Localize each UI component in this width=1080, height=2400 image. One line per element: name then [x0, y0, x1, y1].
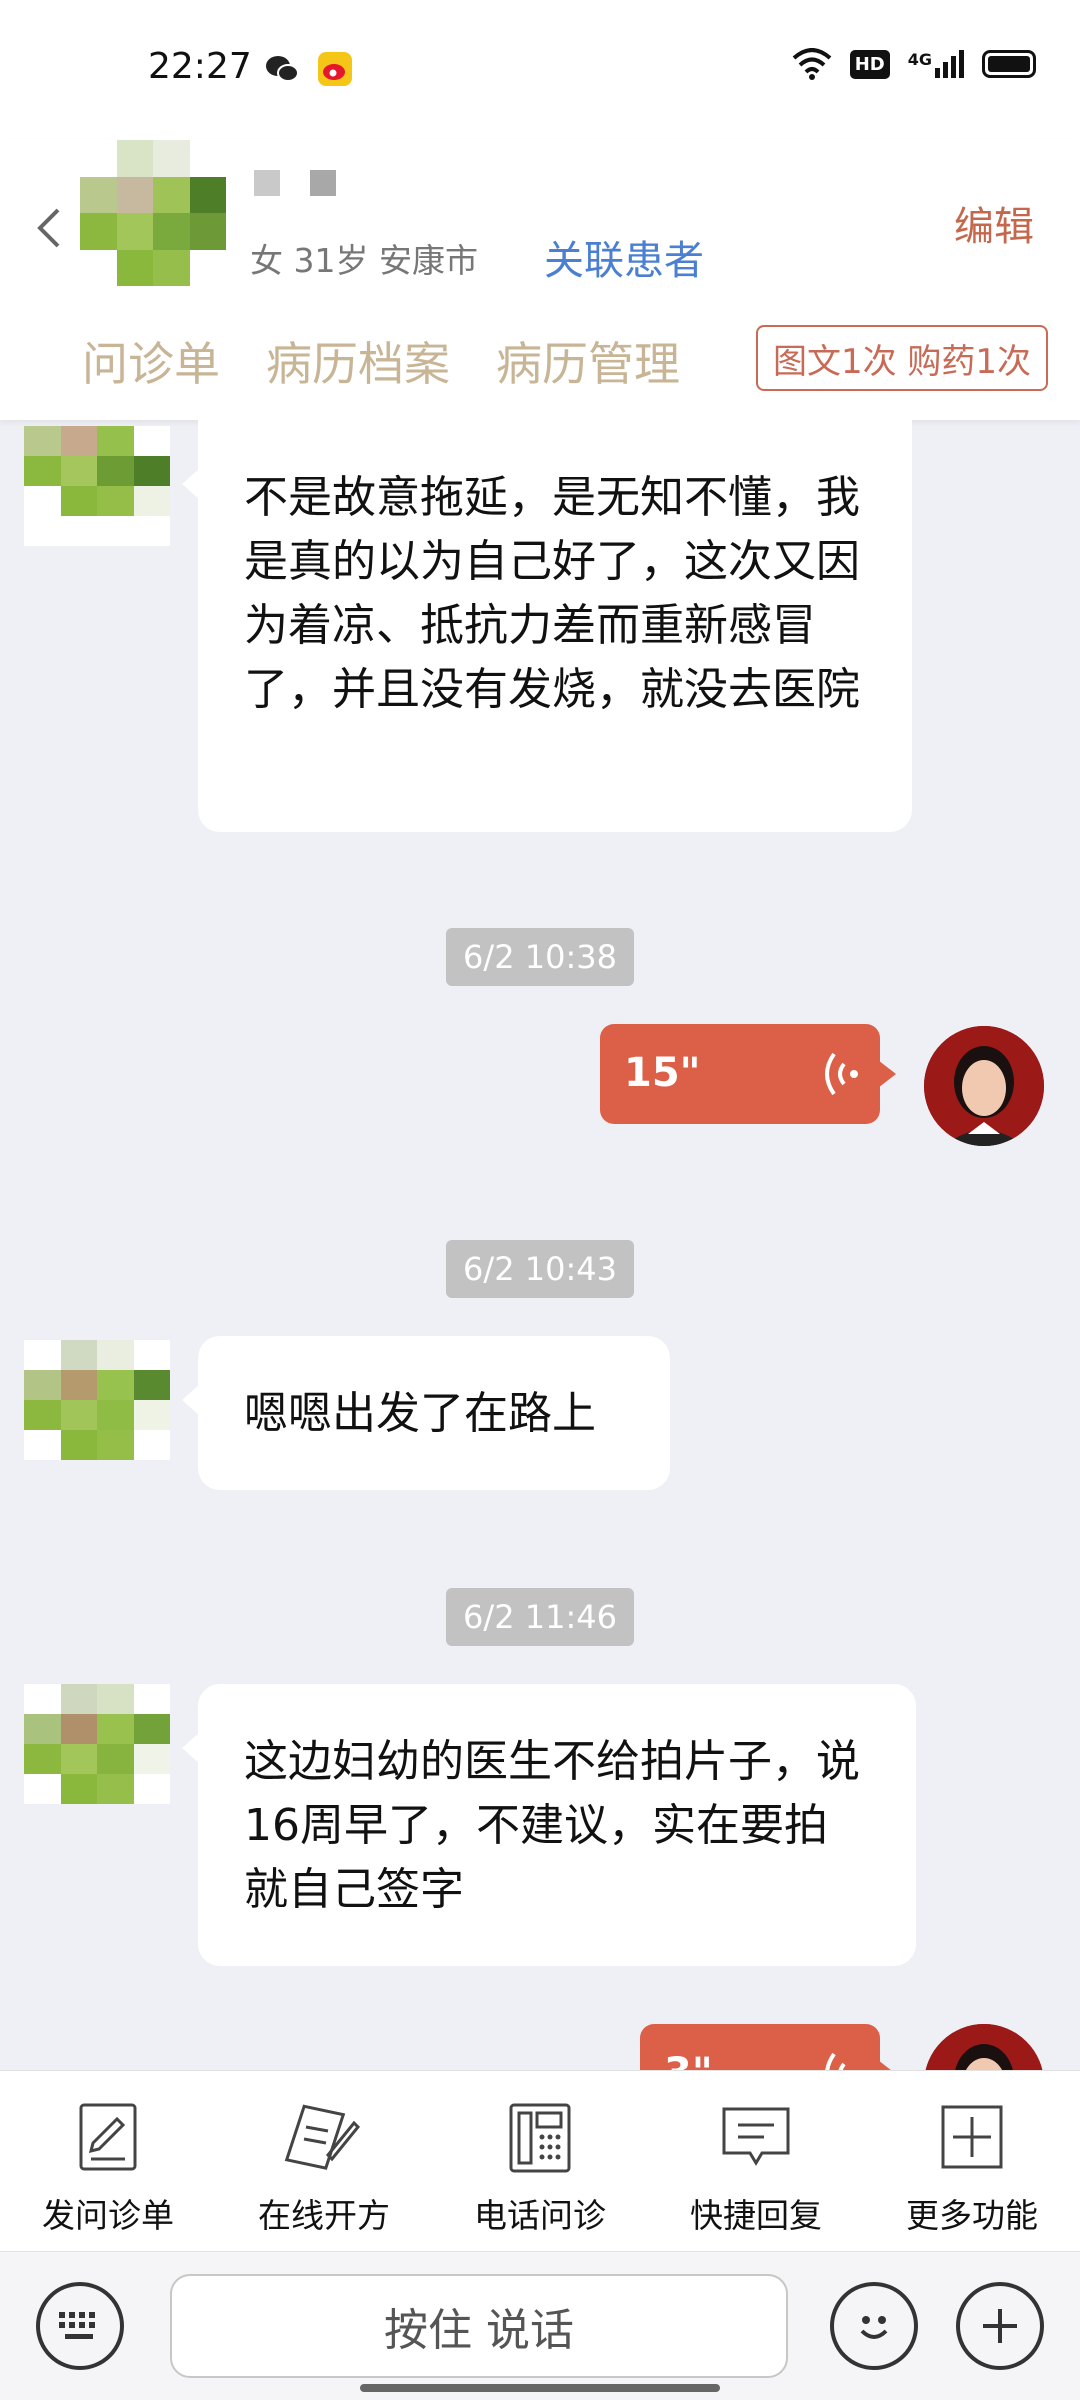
phone-icon: [509, 2103, 571, 2173]
weibo-icon: [318, 52, 352, 86]
toolbar-label: 在线开方: [258, 2196, 390, 2235]
edit-button[interactable]: 编辑: [954, 194, 1034, 252]
hd-icon: HD: [849, 49, 890, 79]
tab-medical-records[interactable]: 病历档案: [266, 328, 450, 394]
wifi-icon: [792, 48, 832, 80]
chat-header: 女 31岁 安康市 关联患者 编辑 问诊单 病历档案 病历管理 图文1次 购药1…: [0, 140, 1080, 420]
chevron-left-icon: [37, 208, 60, 248]
plus-square-icon: [941, 2105, 1003, 2169]
toolbar-label: 更多功能: [906, 2196, 1038, 2235]
phone-consult-button[interactable]: 电话问诊: [432, 2071, 648, 2251]
doctor-avatar[interactable]: [924, 1026, 1044, 1146]
record-tabs: 问诊单 病历档案 病历管理: [82, 328, 680, 394]
voice-wave-icon: [825, 2052, 846, 2070]
patient-avatar[interactable]: [80, 140, 226, 286]
tab-consult-form[interactable]: 问诊单: [82, 328, 220, 394]
voice-message-button[interactable]: 3": [640, 2024, 896, 2070]
patient-name-redacted: [254, 170, 336, 196]
patient-info: 女 31岁 安康市: [250, 241, 478, 280]
hold-to-talk-button[interactable]: 按住 说话: [170, 2274, 788, 2378]
signal-4g-icon: 4G: [908, 50, 964, 78]
plus-icon: [983, 2309, 1017, 2343]
chat-area[interactable]: 不是故意拖延，是无知不懂，我是真的以为自己好了，这次又因为着凉、抵抗力差而重新感…: [0, 420, 1080, 2070]
message-bubble-patient[interactable]: 这边妇幼的医生不给拍片子，说16周早了，不建议，实在要拍就自己签字: [182, 1684, 916, 1966]
input-bar: 按住 说话: [0, 2252, 1080, 2400]
online-prescription-button[interactable]: 在线开方: [216, 2071, 432, 2251]
prescription-icon: [284, 2104, 361, 2170]
home-indicator[interactable]: [360, 2384, 720, 2392]
patient-message-avatar[interactable]: [24, 426, 170, 546]
add-attachment-button[interactable]: [956, 2282, 1044, 2370]
voice-message-button[interactable]: 15": [600, 1024, 896, 1124]
wechat-icon: [264, 52, 299, 86]
quick-reply-icon: [722, 2107, 790, 2166]
voice-wave-icon: [825, 1052, 858, 1096]
message-bubble-patient[interactable]: 不是故意拖延，是无知不懂，我是真的以为自己好了，这次又因为着凉、抵抗力差而重新感…: [182, 420, 912, 832]
emoji-button[interactable]: [830, 2282, 918, 2370]
status-time: 22:27: [148, 46, 252, 87]
toolbar-label: 电话问诊: [474, 2196, 606, 2235]
link-patient-button[interactable]: 关联患者: [544, 228, 704, 286]
form-edit-icon: [79, 2103, 137, 2171]
message-timestamp: 6/2 11:46: [446, 1588, 634, 1646]
back-button[interactable]: [30, 198, 70, 258]
toolbar-label: 快捷回复: [690, 2196, 822, 2235]
send-consult-form-button[interactable]: 发问诊单: [0, 2071, 216, 2251]
patient-message-avatar[interactable]: [24, 1340, 170, 1460]
voice-duration: 3": [664, 2050, 713, 2070]
emoji-icon: [860, 2316, 888, 2339]
doctor-avatar[interactable]: [924, 2024, 1044, 2070]
battery-icon: [982, 50, 1036, 78]
quick-reply-button[interactable]: 快捷回复: [648, 2071, 864, 2251]
keyboard-toggle-button[interactable]: [36, 2282, 124, 2370]
service-badge[interactable]: 图文1次 购药1次: [756, 325, 1048, 391]
tab-records-management[interactable]: 病历管理: [496, 328, 680, 394]
message-timestamp: 6/2 10:38: [446, 928, 634, 986]
function-toolbar: 发问诊单 在线开方 电话问诊 快捷回复 更多功能: [0, 2070, 1080, 2252]
status-bar: 22:27 HD 4G: [0, 0, 1080, 140]
keyboard-icon: [59, 2312, 95, 2339]
more-functions-button[interactable]: 更多功能: [864, 2071, 1080, 2251]
toolbar-label: 发问诊单: [42, 2196, 174, 2235]
message-bubble-patient[interactable]: 嗯嗯出发了在路上: [182, 1336, 670, 1490]
message-timestamp: 6/2 10:43: [446, 1240, 634, 1298]
voice-duration: 15": [624, 1050, 701, 1096]
patient-message-avatar[interactable]: [24, 1684, 170, 1804]
status-icons: HD 4G: [792, 48, 1036, 80]
